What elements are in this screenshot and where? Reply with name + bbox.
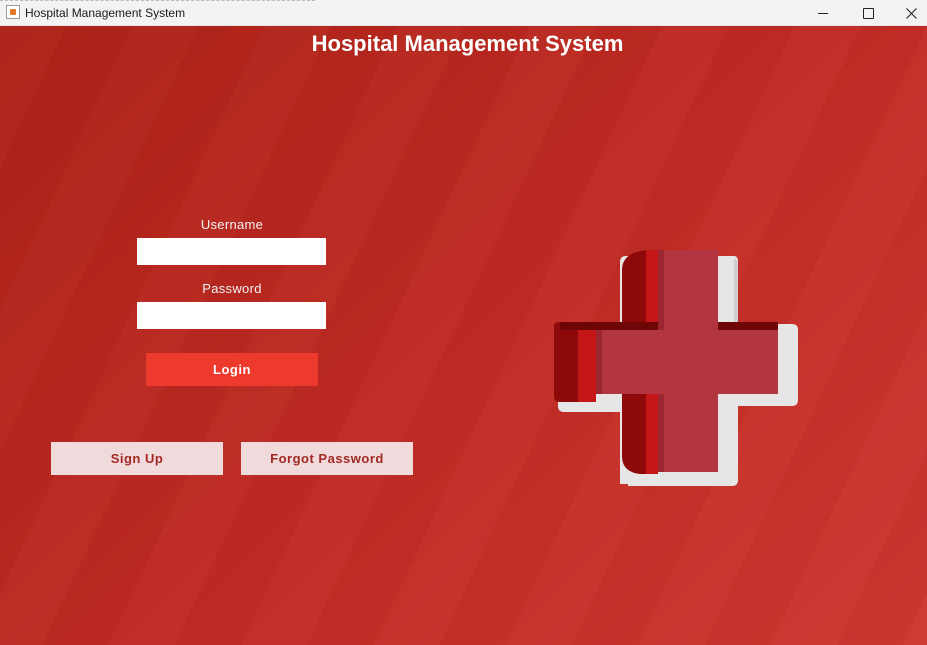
username-label: Username: [200, 217, 264, 232]
login-panel: Hospital Management System Username Pass…: [0, 26, 927, 645]
login-button[interactable]: Login: [146, 353, 318, 386]
close-button[interactable]: [889, 0, 927, 26]
maximize-button[interactable]: [846, 0, 890, 26]
title-bar-focus-outline: [0, 0, 315, 1]
close-icon: [905, 7, 917, 19]
maximize-icon: [862, 7, 874, 19]
page-title: Hospital Management System: [311, 31, 624, 56]
window-title: Hospital Management System: [25, 6, 186, 20]
signup-button[interactable]: Sign Up: [51, 442, 223, 475]
red-cross-icon: [554, 250, 798, 486]
java-app-icon: [6, 5, 20, 19]
minimize-button[interactable]: [801, 0, 845, 26]
username-input[interactable]: [137, 238, 326, 265]
password-input[interactable]: [137, 302, 326, 329]
forgot-password-button[interactable]: Forgot Password: [241, 442, 413, 475]
title-bar: Hospital Management System: [0, 0, 927, 26]
minimize-icon: [818, 12, 828, 14]
password-label: Password: [202, 281, 262, 296]
